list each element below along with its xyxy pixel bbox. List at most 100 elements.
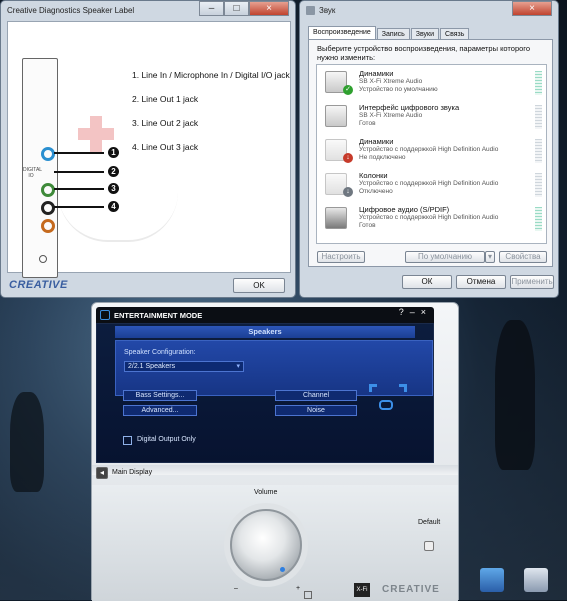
close-button[interactable]: × (249, 1, 289, 16)
tab-playback[interactable]: Воспроизведение (308, 26, 376, 40)
level-meter (535, 173, 542, 197)
level-meter (535, 207, 542, 231)
jack-label-3: 3. Line Out 2 jack (132, 118, 199, 128)
maximize-button[interactable]: □ (224, 1, 249, 16)
jack-number-4: 4 (108, 201, 119, 212)
bass-settings-button[interactable]: Bass Settings... (123, 390, 197, 401)
device-driver: Устройство с поддержкой High Definition … (359, 180, 499, 187)
right-speaker-icon (399, 384, 407, 392)
device-item[interactable]: ↓ Динамики Устройство с поддержкой High … (317, 135, 546, 167)
device-name: Интерфейс цифрового звука (359, 103, 460, 112)
cable-graphic (58, 192, 178, 242)
speaker-label-panel: DIGITAL IO 1 2 3 4 1. Line In / Micropho… (7, 21, 291, 278)
digital-interface-icon (325, 105, 347, 127)
digital-output-label: Digital Output Only (137, 436, 196, 443)
level-meter (535, 71, 542, 95)
unplugged-icon: ↓ (343, 153, 353, 163)
device-item[interactable]: ✓ Динамики SB X-Fi Xtreme Audio Устройст… (317, 67, 546, 99)
cross-watermark-bar (78, 128, 114, 140)
creative-logo: CREATIVE (9, 279, 68, 291)
jack-label-4: 4. Line Out 3 jack (132, 142, 199, 152)
jack-2-icon (41, 183, 55, 197)
media-app-icon[interactable] (480, 568, 504, 592)
channel-button[interactable]: Channel (275, 390, 357, 401)
speaker-icon (306, 6, 315, 15)
default-check-icon: ✓ (343, 85, 353, 95)
chevron-down-icon: ▾ (236, 363, 240, 370)
volume-label: Volume (254, 489, 278, 496)
main-display-label[interactable]: Main Display (112, 469, 152, 476)
ok-button[interactable]: OK (233, 278, 285, 293)
device-status: Отключено (359, 188, 393, 195)
device-item[interactable]: Интерфейс цифрового звука SB X-Fi Xtreme… (317, 101, 546, 133)
bracket-screw-icon (39, 255, 47, 263)
playback-description: Выберите устройство воспроизведения, пар… (317, 44, 531, 62)
webcam-app-icon[interactable] (524, 568, 548, 592)
device-item[interactable]: Цифровое аудио (S/PDIF) Устройство с под… (317, 203, 546, 235)
listener-icon (379, 400, 393, 410)
apply-button[interactable]: Применить (510, 275, 554, 289)
speaker-config-label: Speaker Configuration: (124, 349, 196, 356)
volume-knob[interactable] (230, 509, 302, 581)
left-speaker-icon (369, 384, 377, 392)
configure-button[interactable]: Настроить (317, 251, 365, 263)
sound-title: Звук (319, 6, 336, 15)
leader-line-4 (54, 206, 104, 208)
device-name: Динамики (359, 137, 394, 146)
default-button[interactable] (424, 541, 434, 551)
wallpaper-soldier-right (495, 320, 535, 470)
diagnostics-window-buttons: – □ × (199, 1, 289, 16)
spdif-icon (325, 207, 347, 229)
ok-button[interactable]: ОК (402, 275, 452, 289)
volume-max-label: + (296, 585, 301, 592)
playback-panel: Выберите устройство воспроизведения, пар… (308, 39, 553, 267)
section-title: Speakers (115, 326, 415, 338)
entertainment-console: ENTERTAINMENT MODE ? – × Speakers Speake… (91, 302, 459, 601)
chevron-down-icon[interactable]: ▾ (485, 251, 495, 263)
set-default-button[interactable]: По умолчанию (405, 251, 485, 263)
volume-indicator (280, 567, 285, 572)
minimize-button[interactable]: – (199, 1, 224, 16)
mode-switch-icon[interactable] (100, 310, 110, 320)
cancel-button[interactable]: Отмена (456, 275, 506, 289)
noise-button[interactable]: Noise (275, 405, 357, 416)
back-arrow-icon[interactable]: ◂ (96, 467, 108, 479)
sound-window-buttons: × (512, 1, 552, 16)
speaker-config-select[interactable]: 2/2.1 Speakers ▾ (124, 361, 244, 372)
device-status: Устройство по умолчанию (359, 86, 438, 93)
sound-window: Звук × Воспроизведение Запись Звуки Связ… (299, 0, 559, 298)
advanced-button[interactable]: Advanced... (123, 405, 197, 416)
card-label: DIGITAL IO (23, 167, 43, 179)
jack-label-1: 1. Line In / Microphone In / Digital I/O… (132, 70, 290, 80)
jack-number-1: 1 (108, 147, 119, 158)
device-list: ✓ Динамики SB X-Fi Xtreme Audio Устройст… (316, 64, 547, 244)
digital-output-checkbox[interactable] (123, 436, 132, 445)
diagnostics-footer: CREATIVE OK (1, 275, 295, 297)
diagnostics-title: Creative Diagnostics Speaker Label (7, 6, 135, 15)
close-button[interactable]: × (421, 307, 426, 317)
sound-card-bracket: DIGITAL IO (22, 58, 58, 278)
speakers-screen: Speakers Speaker Configuration: 2/2.1 Sp… (96, 323, 434, 463)
jack-number-2: 2 (108, 166, 119, 177)
mute-button[interactable] (304, 591, 312, 599)
properties-button[interactable]: Свойства (499, 251, 547, 263)
jack-4-icon (41, 219, 55, 233)
level-meter (535, 105, 542, 129)
device-status: Готов (359, 120, 376, 127)
jack-1-icon (41, 147, 55, 161)
device-name: Цифровое аудио (S/PDIF) (359, 205, 450, 214)
device-item[interactable]: ↓ Колонки Устройство с поддержкой High D… (317, 169, 546, 201)
speaker-config-panel: Speaker Configuration: 2/2.1 Speakers ▾ (115, 340, 433, 396)
device-driver: SB X-Fi Xtreme Audio (359, 78, 423, 85)
close-button[interactable]: × (512, 1, 552, 16)
creative-brand-logo: CREATIVE (382, 584, 440, 595)
speaker-config-value: 2/2.1 Speakers (128, 363, 176, 370)
entertainment-titlebar: ENTERTAINMENT MODE (96, 307, 434, 323)
device-status: Готов (359, 222, 376, 229)
minimize-button[interactable]: – (410, 307, 415, 317)
help-button[interactable]: ? (399, 307, 404, 317)
volume-min-label: – (234, 585, 238, 592)
device-name: Динамики (359, 69, 394, 78)
device-status: Не подключено (359, 154, 406, 161)
device-driver: SB X-Fi Xtreme Audio (359, 112, 423, 119)
